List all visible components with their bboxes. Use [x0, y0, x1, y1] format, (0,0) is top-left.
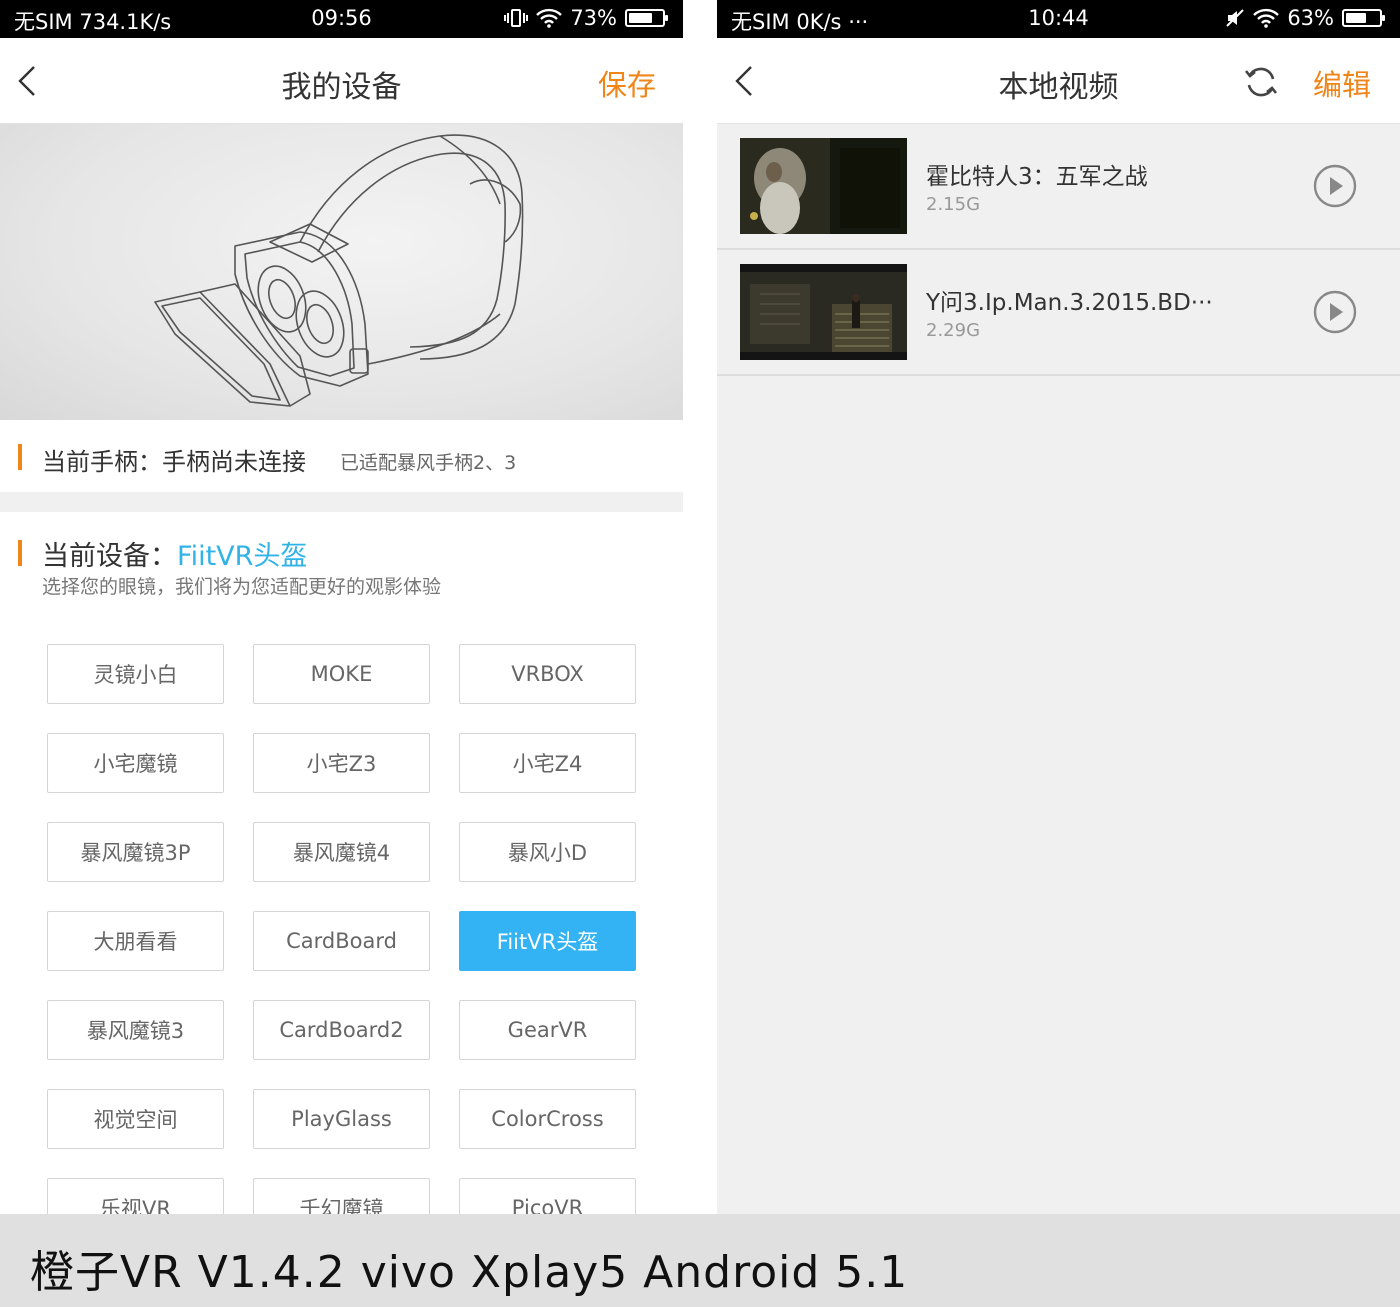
device-option-button[interactable]: MOKE [253, 644, 430, 704]
device-option-button[interactable]: 暴风魔镜4 [253, 822, 430, 882]
page-title: 本地视频 [998, 70, 1119, 105]
device-option-button[interactable]: 暴风魔镜3 [47, 1000, 224, 1060]
section-marker [18, 444, 22, 470]
status-bar: 无SIM 734.1K/s 09:56 73% [0, 0, 683, 38]
divider [0, 492, 683, 512]
my-devices-screen: 无SIM 734.1K/s 09:56 73% 我的设备 保存 当前手柄：手柄尚… [0, 0, 683, 1214]
device-option-button[interactable]: VRBOX [459, 644, 636, 704]
current-device-title: 当前设备：FiitVR头盔 [42, 541, 308, 572]
device-subtitle: 选择您的眼镜，我们将为您适配更好的观影体验 [42, 576, 442, 598]
page-title: 我的设备 [281, 70, 402, 105]
screen-gap [683, 0, 717, 1214]
controller-compat-hint: 已适配暴风手柄2、3 [340, 452, 517, 474]
device-option-button[interactable]: ColorCross [459, 1089, 636, 1149]
controller-status-row: 当前手柄：手柄尚未连接 已适配暴风手柄2、3 [0, 420, 683, 492]
video-list: 霍比特人3：五军之战 2.15G Y问3.Ip.Man.3.2015.BD···… [717, 124, 1400, 376]
play-icon[interactable] [1313, 164, 1357, 208]
wifi-icon [536, 8, 563, 28]
section-marker [18, 540, 22, 566]
edit-button[interactable]: 编辑 [1313, 62, 1371, 104]
device-option-button[interactable]: 视觉空间 [47, 1089, 224, 1149]
vibrate-icon [504, 8, 529, 28]
nav-bar: 本地视频 编辑 [717, 38, 1400, 124]
device-option-button[interactable]: GearVR [459, 1000, 636, 1060]
caption-bar: 橙子VR V1.4.2 vivo Xplay5 Android 5.1 [0, 1214, 1400, 1307]
video-size: 2.15G [926, 194, 981, 215]
refresh-icon[interactable] [1243, 64, 1279, 100]
local-videos-screen: 无SIM 0K/s ··· 10:44 63% 本地视频 编辑 霍比特人3：五军… [717, 0, 1400, 1214]
device-option-button[interactable]: CardBoard2 [253, 1000, 430, 1060]
vr-headset-illustration [0, 124, 683, 420]
device-option-button[interactable]: 暴风小D [459, 822, 636, 882]
device-selection-section: 当前设备：FiitVR头盔 选择您的眼镜，我们将为您适配更好的观影体验 灵镜小白… [0, 512, 683, 1214]
device-options-grid: 灵镜小白 MOKE VRBOX 小宅魔镜 小宅Z3 小宅Z4 暴风魔镜3P 暴风魔镜4 暴风小D… [47, 644, 637, 1214]
caption-text: 橙子VR V1.4.2 vivo Xplay5 Android 5.1 [30, 1247, 909, 1298]
device-option-button[interactable]: 千幻魔镜 [253, 1178, 430, 1214]
device-option-button[interactable]: 大朋看看 [47, 911, 224, 971]
video-item-hobbit[interactable]: 霍比特人3：五军之战 2.15G [717, 124, 1400, 250]
device-option-button[interactable]: 小宅Z4 [459, 733, 636, 793]
device-option-button[interactable]: 小宅魔镜 [47, 733, 224, 793]
device-option-button[interactable]: PlayGlass [253, 1089, 430, 1149]
vr-headset-icon [154, 134, 524, 407]
video-title: 霍比特人3：五军之战 [926, 164, 1148, 190]
video-size: 2.29G [926, 320, 981, 341]
device-option-button[interactable]: 小宅Z3 [253, 733, 430, 793]
device-option-button[interactable]: CardBoard [253, 911, 430, 971]
device-option-button[interactable]: PicoVR [459, 1178, 636, 1214]
battery-icon [1342, 9, 1385, 27]
device-option-button[interactable]: 暴风魔镜3P [47, 822, 224, 882]
video-item-ipman[interactable]: Y问3.Ip.Man.3.2015.BD··· 2.29G [717, 250, 1400, 376]
current-device-name: FiitVR头盔 [177, 541, 308, 572]
video-thumbnail [740, 138, 907, 234]
save-button[interactable]: 保存 [598, 62, 656, 104]
video-title: Y问3.Ip.Man.3.2015.BD··· [926, 290, 1213, 316]
battery-percent: 63% [1287, 6, 1334, 30]
controller-status-label: 当前手柄：手柄尚未连接 [42, 448, 306, 476]
device-option-button[interactable]: FiitVR头盔 [459, 911, 636, 971]
nav-bar: 我的设备 保存 [0, 38, 683, 124]
battery-icon [625, 9, 668, 27]
mute-icon [1225, 8, 1245, 28]
video-thumbnail [740, 264, 907, 360]
wifi-icon [1253, 8, 1280, 28]
status-bar: 无SIM 0K/s ··· 10:44 63% [717, 0, 1400, 38]
battery-percent: 73% [570, 6, 617, 30]
device-option-button[interactable]: 灵镜小白 [47, 644, 224, 704]
device-option-button[interactable]: 乐视VR [47, 1178, 224, 1214]
play-icon[interactable] [1313, 290, 1357, 334]
